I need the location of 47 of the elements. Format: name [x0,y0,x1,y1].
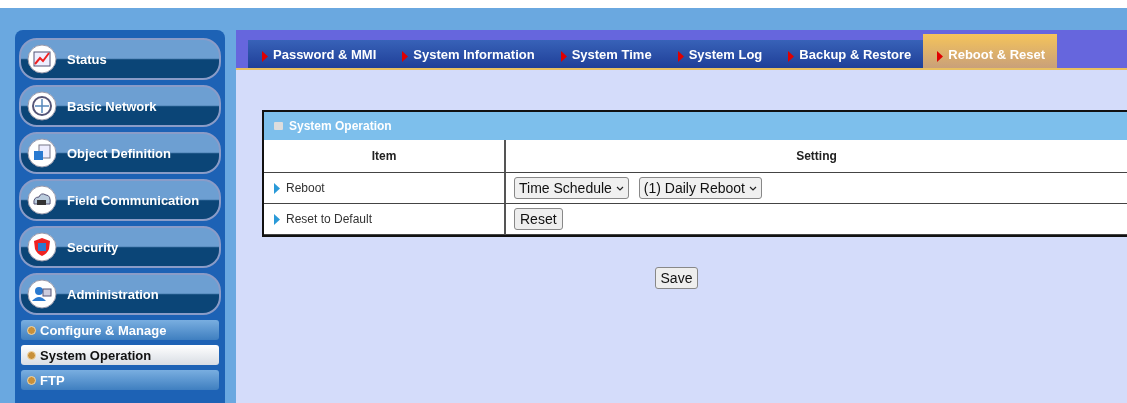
reset-button[interactable]: Reset [514,208,563,230]
triangle-icon [262,51,268,62]
user-icon [27,279,57,309]
menu-label: Object Definition [67,145,171,161]
triangle-icon [274,213,280,225]
menu-label: Administration [67,286,159,302]
tab[interactable]: System Information [388,40,547,68]
select-field[interactable]: Time Schedule [514,177,629,199]
tab[interactable]: Backup & Restore [774,40,924,68]
menu-item[interactable]: Status [19,38,221,80]
triangle-icon [937,51,944,62]
bullet-icon [27,375,36,385]
row-label: Reset to Default [264,204,506,235]
triangle-icon [677,51,684,62]
row-label: Reboot [264,173,506,204]
square-icon [274,122,283,130]
column-header: Setting [506,140,1127,173]
tab[interactable]: System Log [663,40,775,68]
tab[interactable]: System Time [546,40,664,68]
menu-item[interactable]: Administration [19,273,221,315]
menu-item[interactable]: Basic Network [19,85,221,127]
chevron-icon [749,185,757,191]
diagram-icon [27,138,57,168]
triangle-icon [560,51,567,62]
tab[interactable]: Password & MMI [248,40,389,68]
chart-icon [27,44,57,74]
column-header: Item [264,140,506,173]
triangle-icon [788,51,795,62]
menu-label: Status [67,51,107,67]
globe-icon [27,91,57,121]
menu-item[interactable]: Field Communication [19,179,221,221]
menu-item[interactable]: Security [19,226,221,268]
menu-label: Basic Network [67,98,157,114]
triangle-icon [402,51,409,62]
menu-label: Security [67,239,119,255]
panel-title: System Operation [289,119,392,133]
bullet-icon [27,325,36,335]
shield-icon [27,232,57,262]
select-field[interactable]: (1) Daily Reboot [638,177,762,199]
menu-item[interactable]: Object Definition [19,132,221,174]
menu-label: Field Communication [67,192,200,208]
submenu-item[interactable]: System Operation [21,345,219,365]
chevron-icon [615,185,624,191]
save-button[interactable]: Save [654,267,699,289]
bullet-icon [27,350,36,360]
triangle-icon [274,182,280,194]
cloud-icon [27,185,57,215]
